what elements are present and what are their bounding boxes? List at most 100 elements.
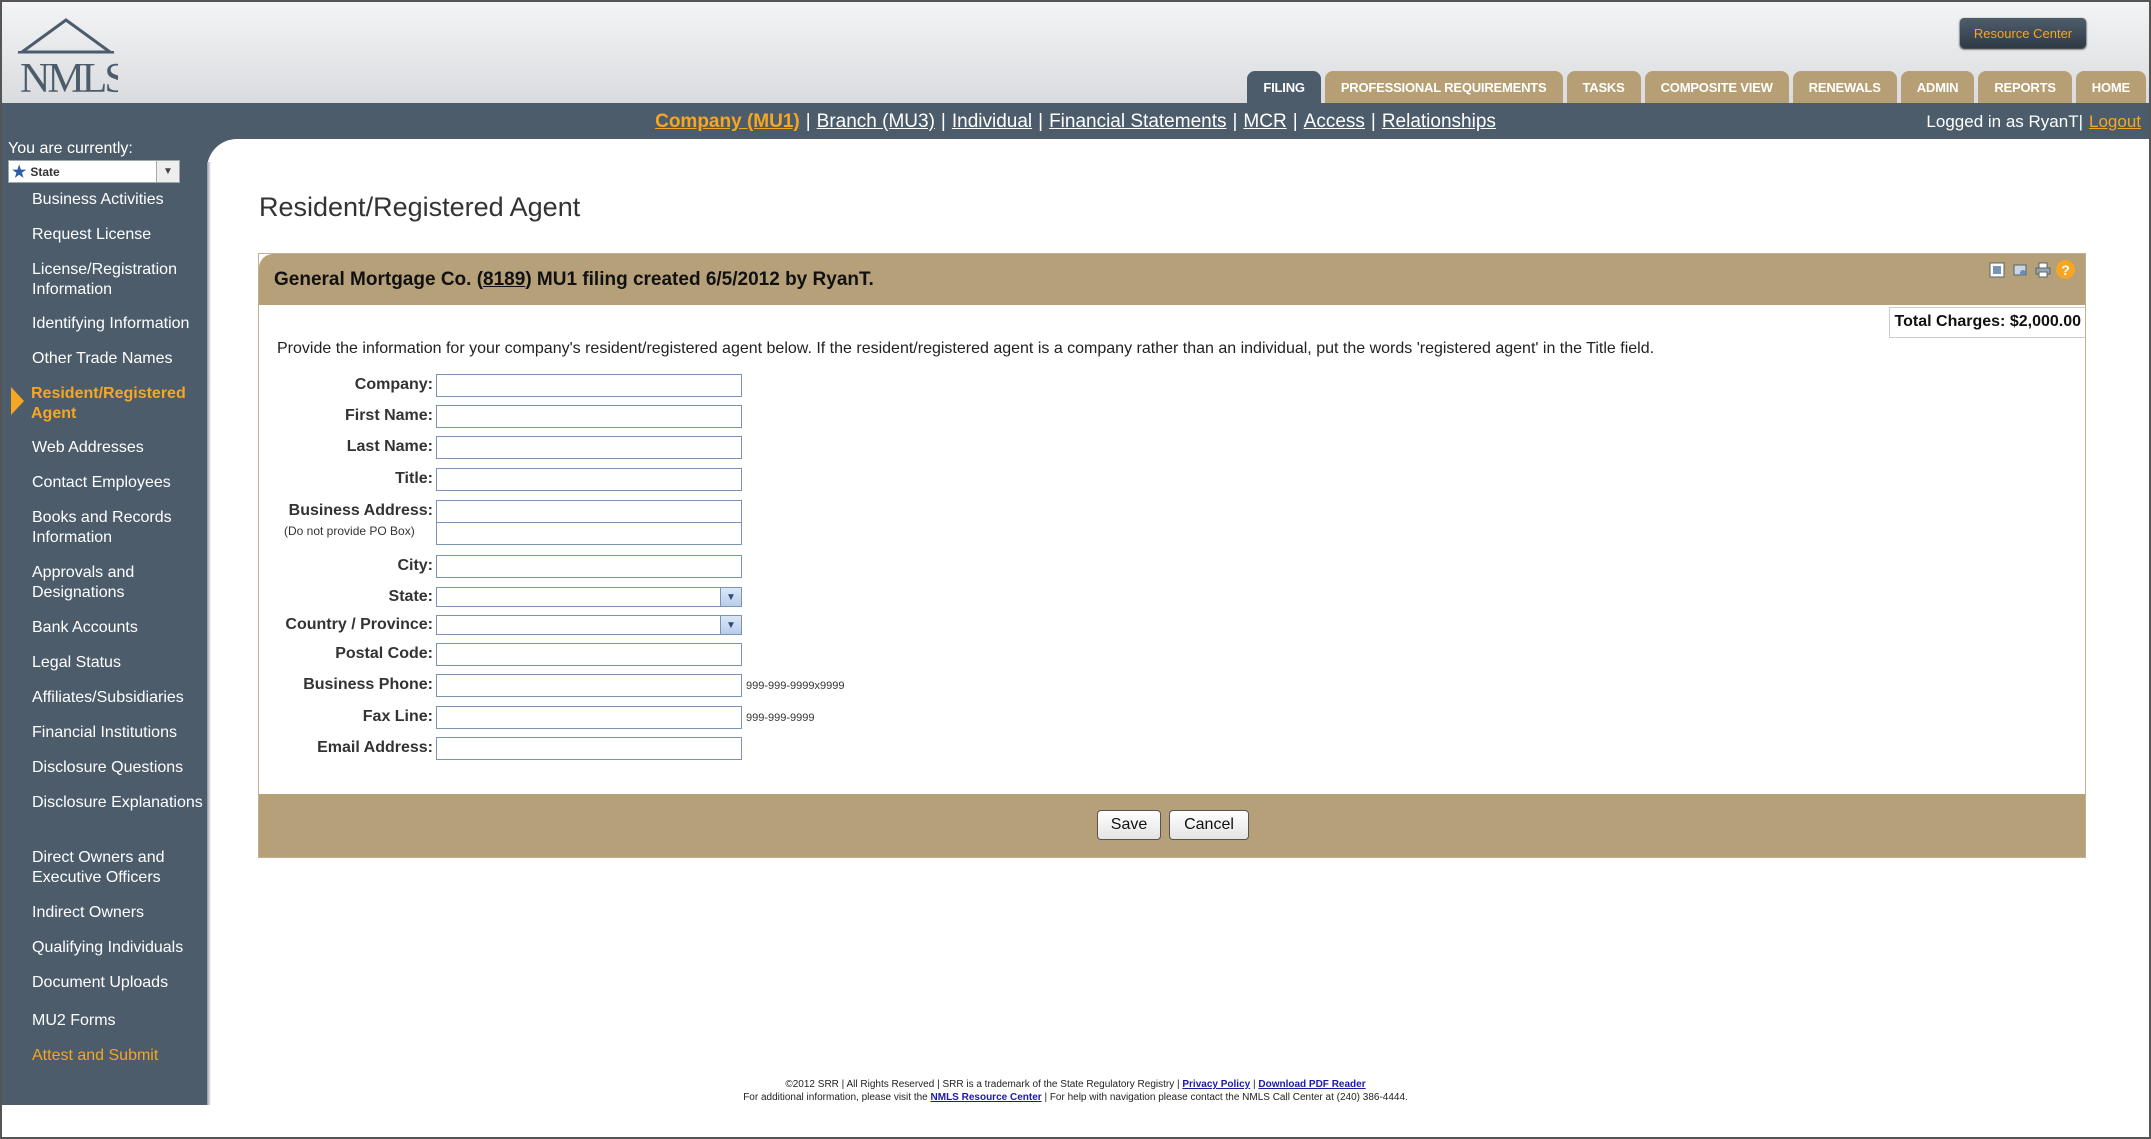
print-preview-icon[interactable] [2010,260,2029,279]
sidebar-item-identifying-information[interactable]: Identifying Information [32,314,204,334]
chevron-down-icon[interactable]: ▼ [720,588,741,606]
you-are-currently-label: You are currently: [8,140,133,157]
fax-line-input[interactable] [436,706,742,729]
tab-home[interactable]: HOME [2075,71,2146,103]
company-input[interactable] [436,374,742,397]
expand-icon[interactable] [1987,260,2006,279]
save-button[interactable]: Save [1097,810,1161,840]
sidebar-item-financial-institutions[interactable]: Financial Institutions [32,723,204,743]
link-branch-mu3[interactable]: Branch (MU3) [817,111,935,132]
tab-renewals[interactable]: RENEWALS [1792,71,1897,103]
role-select-value: State [30,164,60,179]
tab-professional-requirements[interactable]: PROFESSIONAL REQUIREMENTS [1324,71,1563,103]
business-address-line2-input[interactable] [436,522,742,545]
city-label: City: [397,557,433,574]
page-footer: ©2012 SRR | All Rights Reserved | SRR is… [2,1078,2149,1104]
divider: | [2078,112,2083,131]
first-name-input[interactable] [436,405,742,428]
cancel-button[interactable]: Cancel [1169,810,1249,840]
link-company-mu1[interactable]: Company (MU1) [655,111,800,132]
logout-link[interactable]: Logout [2089,112,2141,131]
role-select[interactable]: ★ State ▼ [8,160,180,183]
tab-composite-view[interactable]: COMPOSITE VIEW [1644,71,1789,103]
call-center-text: | For help with navigation please contac… [1044,1092,1408,1103]
sidebar-item-request-license[interactable]: Request License [32,225,204,245]
city-input[interactable] [436,555,742,578]
sub-navigation: Company (MU1) | Branch (MU3) | Individual | Fi… [2,103,2149,139]
panel-footer: Save Cancel [259,794,2085,857]
tab-tasks[interactable]: TASKS [1566,71,1641,103]
title-label: Title: [395,470,433,487]
tab-admin[interactable]: ADMIN [1900,71,1975,103]
sidebar-item-attest-and-submit[interactable]: Attest and Submit [32,1046,204,1066]
sidebar-item-direct-owners-and-executive-officers[interactable]: Direct Owners and Executive Officers [32,848,204,888]
sidebar-item-resident-registered-agent[interactable]: Resident/Registered Agent [31,384,203,424]
print-icon[interactable] [2033,260,2052,279]
email-address-label: Email Address: [317,739,433,756]
business-address-label: Business Address: [288,502,433,519]
footer-line-1: ©2012 SRR | All Rights Reserved | SRR is… [785,1079,1366,1090]
fax-format-hint: 999-999-9999 [746,712,815,724]
last-name-input[interactable] [436,436,742,459]
link-mcr[interactable]: MCR [1243,111,1286,132]
footer-line-2: For additional information, please visit… [2,1091,2149,1104]
link-separator: | [1038,111,1044,132]
copyright-text: ©2012 SRR | All Rights Reserved | SRR is… [785,1079,1180,1090]
resource-center-button[interactable]: Resource Center [1960,18,2086,48]
download-pdf-reader-link[interactable]: Download PDF Reader [1258,1079,1365,1090]
sidebar-item-disclosure-questions[interactable]: Disclosure Questions [32,758,204,778]
star-icon: ★ [12,163,27,181]
header: NMLS Resource Center FILING PROFESSIONAL… [2,2,2149,103]
sidebar-item-web-addresses[interactable]: Web Addresses [32,438,204,458]
sidebar-shadow [207,162,211,1105]
user-info: Logged in as RyanT| Logout [1926,112,2141,132]
chevron-down-icon[interactable]: ▼ [720,616,741,634]
main-tabs: FILING PROFESSIONAL REQUIREMENTS TASKS C… [1247,71,2146,103]
sidebar-item-books-and-records-information[interactable]: Books and Records Information [32,508,204,548]
sidebar-item-document-uploads[interactable]: Document Uploads [32,973,204,993]
sidebar-item-affiliates-subsidiaries[interactable]: Affiliates/Subsidiaries [32,688,204,708]
sidebar-item-business-activities[interactable]: Business Activities [32,190,204,210]
link-access[interactable]: Access [1304,111,1365,132]
phone-format-hint: 999-999-9999x9999 [746,680,845,692]
state-select[interactable]: ▼ [436,587,742,607]
sidebar-item-contact-employees[interactable]: Contact Employees [32,473,204,493]
country-province-select[interactable]: ▼ [436,615,742,635]
help-icon[interactable]: ? [2056,260,2075,279]
sidebar-item-license-registration-information[interactable]: License/Registration Information [32,260,204,300]
link-separator: | [940,111,946,132]
business-phone-input[interactable] [436,674,742,697]
state-label: State: [388,588,433,605]
filing-title-company: General Mortgage Co. ( [274,269,484,290]
filing-title-details: ) MU1 filing created 6/5/2012 by RyanT. [525,269,874,290]
link-separator: | [805,111,811,132]
privacy-policy-link[interactable]: Privacy Policy [1182,1079,1250,1090]
sidebar: You are currently: ★ State ▼ Business Ac… [2,139,207,1105]
postal-code-input[interactable] [436,643,742,666]
link-separator: | [1370,111,1376,132]
link-individual[interactable]: Individual [952,111,1032,132]
footer-info-text: For additional information, please visit… [743,1092,928,1103]
sidebar-item-bank-accounts[interactable]: Bank Accounts [32,618,204,638]
company-id-link[interactable]: 8189 [483,269,525,290]
current-item-arrow-icon [11,387,24,415]
link-separator: | [1232,111,1238,132]
link-relationships[interactable]: Relationships [1382,111,1496,132]
link-financial-statements[interactable]: Financial Statements [1049,111,1226,132]
tab-filing[interactable]: FILING [1247,71,1321,103]
tab-reports[interactable]: REPORTS [1978,71,2072,103]
sidebar-item-indirect-owners[interactable]: Indirect Owners [32,903,204,923]
sidebar-item-approvals-and-designations[interactable]: Approvals and Designations [32,563,204,603]
nmls-resource-center-link[interactable]: NMLS Resource Center [931,1092,1042,1103]
chevron-down-icon[interactable]: ▼ [156,161,179,182]
last-name-label: Last Name: [346,438,433,455]
email-address-input[interactable] [436,737,742,760]
business-address-line1-input[interactable] [436,500,742,523]
sidebar-item-qualifying-individuals[interactable]: Qualifying Individuals [32,938,204,958]
sidebar-item-disclosure-explanations[interactable]: Disclosure Explanations [32,793,204,813]
title-input[interactable] [436,468,742,491]
sidebar-item-other-trade-names[interactable]: Other Trade Names [32,349,204,369]
business-phone-label: Business Phone: [303,676,433,693]
sidebar-item-legal-status[interactable]: Legal Status [32,653,204,673]
sidebar-item-mu2-forms[interactable]: MU2 Forms [32,1011,204,1031]
